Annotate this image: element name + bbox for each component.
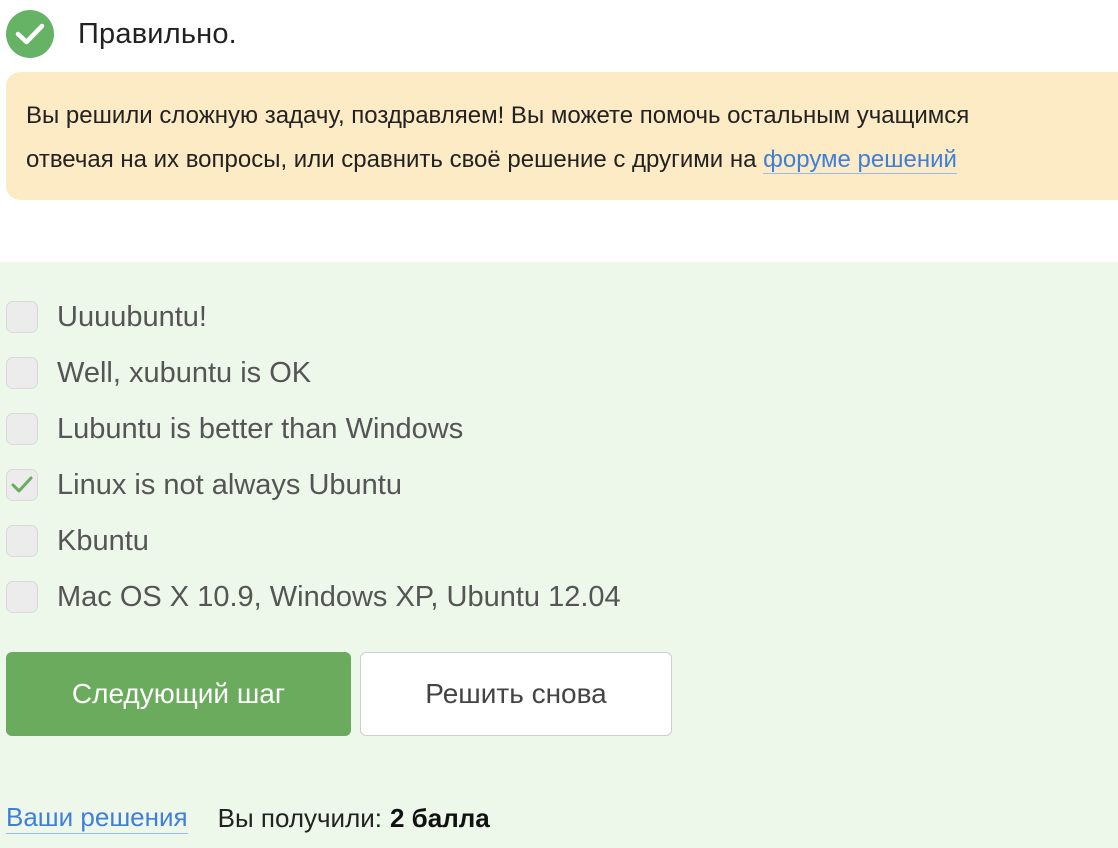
option-label: Uuuubuntu!	[57, 300, 207, 333]
option-label: Well, xubuntu is OK	[57, 356, 312, 389]
check-circle-icon	[6, 10, 54, 58]
your-solutions-link[interactable]: Ваши решения	[6, 802, 188, 834]
quiz-panel: Uuuubuntu! Well, xubuntu is OK Lubuntu is …	[0, 262, 1118, 848]
checkbox[interactable]	[6, 413, 38, 445]
score-value: 2 балла	[390, 802, 490, 833]
score-label: Вы получили:	[217, 802, 382, 833]
option-label: Lubuntu is better than Windows	[57, 412, 464, 445]
checkbox[interactable]	[6, 357, 38, 389]
notice-line-1: Вы решили сложную задачу, поздравляем! В…	[26, 102, 970, 129]
checkbox-checked[interactable]	[6, 469, 38, 501]
checkbox[interactable]	[6, 525, 38, 557]
forum-link[interactable]: форуме решений	[763, 146, 957, 174]
option-label: Kbuntu	[57, 524, 149, 557]
option-row[interactable]: Linux is not always Ubuntu	[6, 468, 402, 502]
checkmark-icon	[11, 476, 33, 493]
option-label: Linux is not always Ubuntu	[57, 468, 402, 501]
footer: Ваши решения Вы получили: 2 балла	[6, 802, 490, 834]
next-step-button[interactable]: Следующий шаг	[6, 652, 351, 736]
notice-line-2-text: отвечая на их вопросы, или сравнить своё…	[26, 146, 764, 173]
status-row: Правильно.	[6, 10, 237, 58]
option-row[interactable]: Uuuubuntu!	[6, 300, 207, 334]
option-label: Mac OS X 10.9, Windows XP, Ubuntu 12.04	[57, 580, 621, 613]
checkbox[interactable]	[6, 581, 38, 613]
option-row[interactable]: Lubuntu is better than Windows	[6, 412, 463, 446]
option-row[interactable]: Well, xubuntu is OK	[6, 356, 311, 390]
option-row[interactable]: Kbuntu	[6, 524, 149, 558]
solve-again-button[interactable]: Решить снова	[360, 652, 672, 736]
notice-line-2: отвечая на их вопросы, или сравнить своё…	[26, 138, 1118, 182]
status-text: Правильно.	[78, 17, 237, 50]
checkbox[interactable]	[6, 301, 38, 333]
option-row[interactable]: Mac OS X 10.9, Windows XP, Ubuntu 12.04	[6, 580, 621, 614]
success-notice: Вы решили сложную задачу, поздравляем! В…	[6, 72, 1118, 200]
